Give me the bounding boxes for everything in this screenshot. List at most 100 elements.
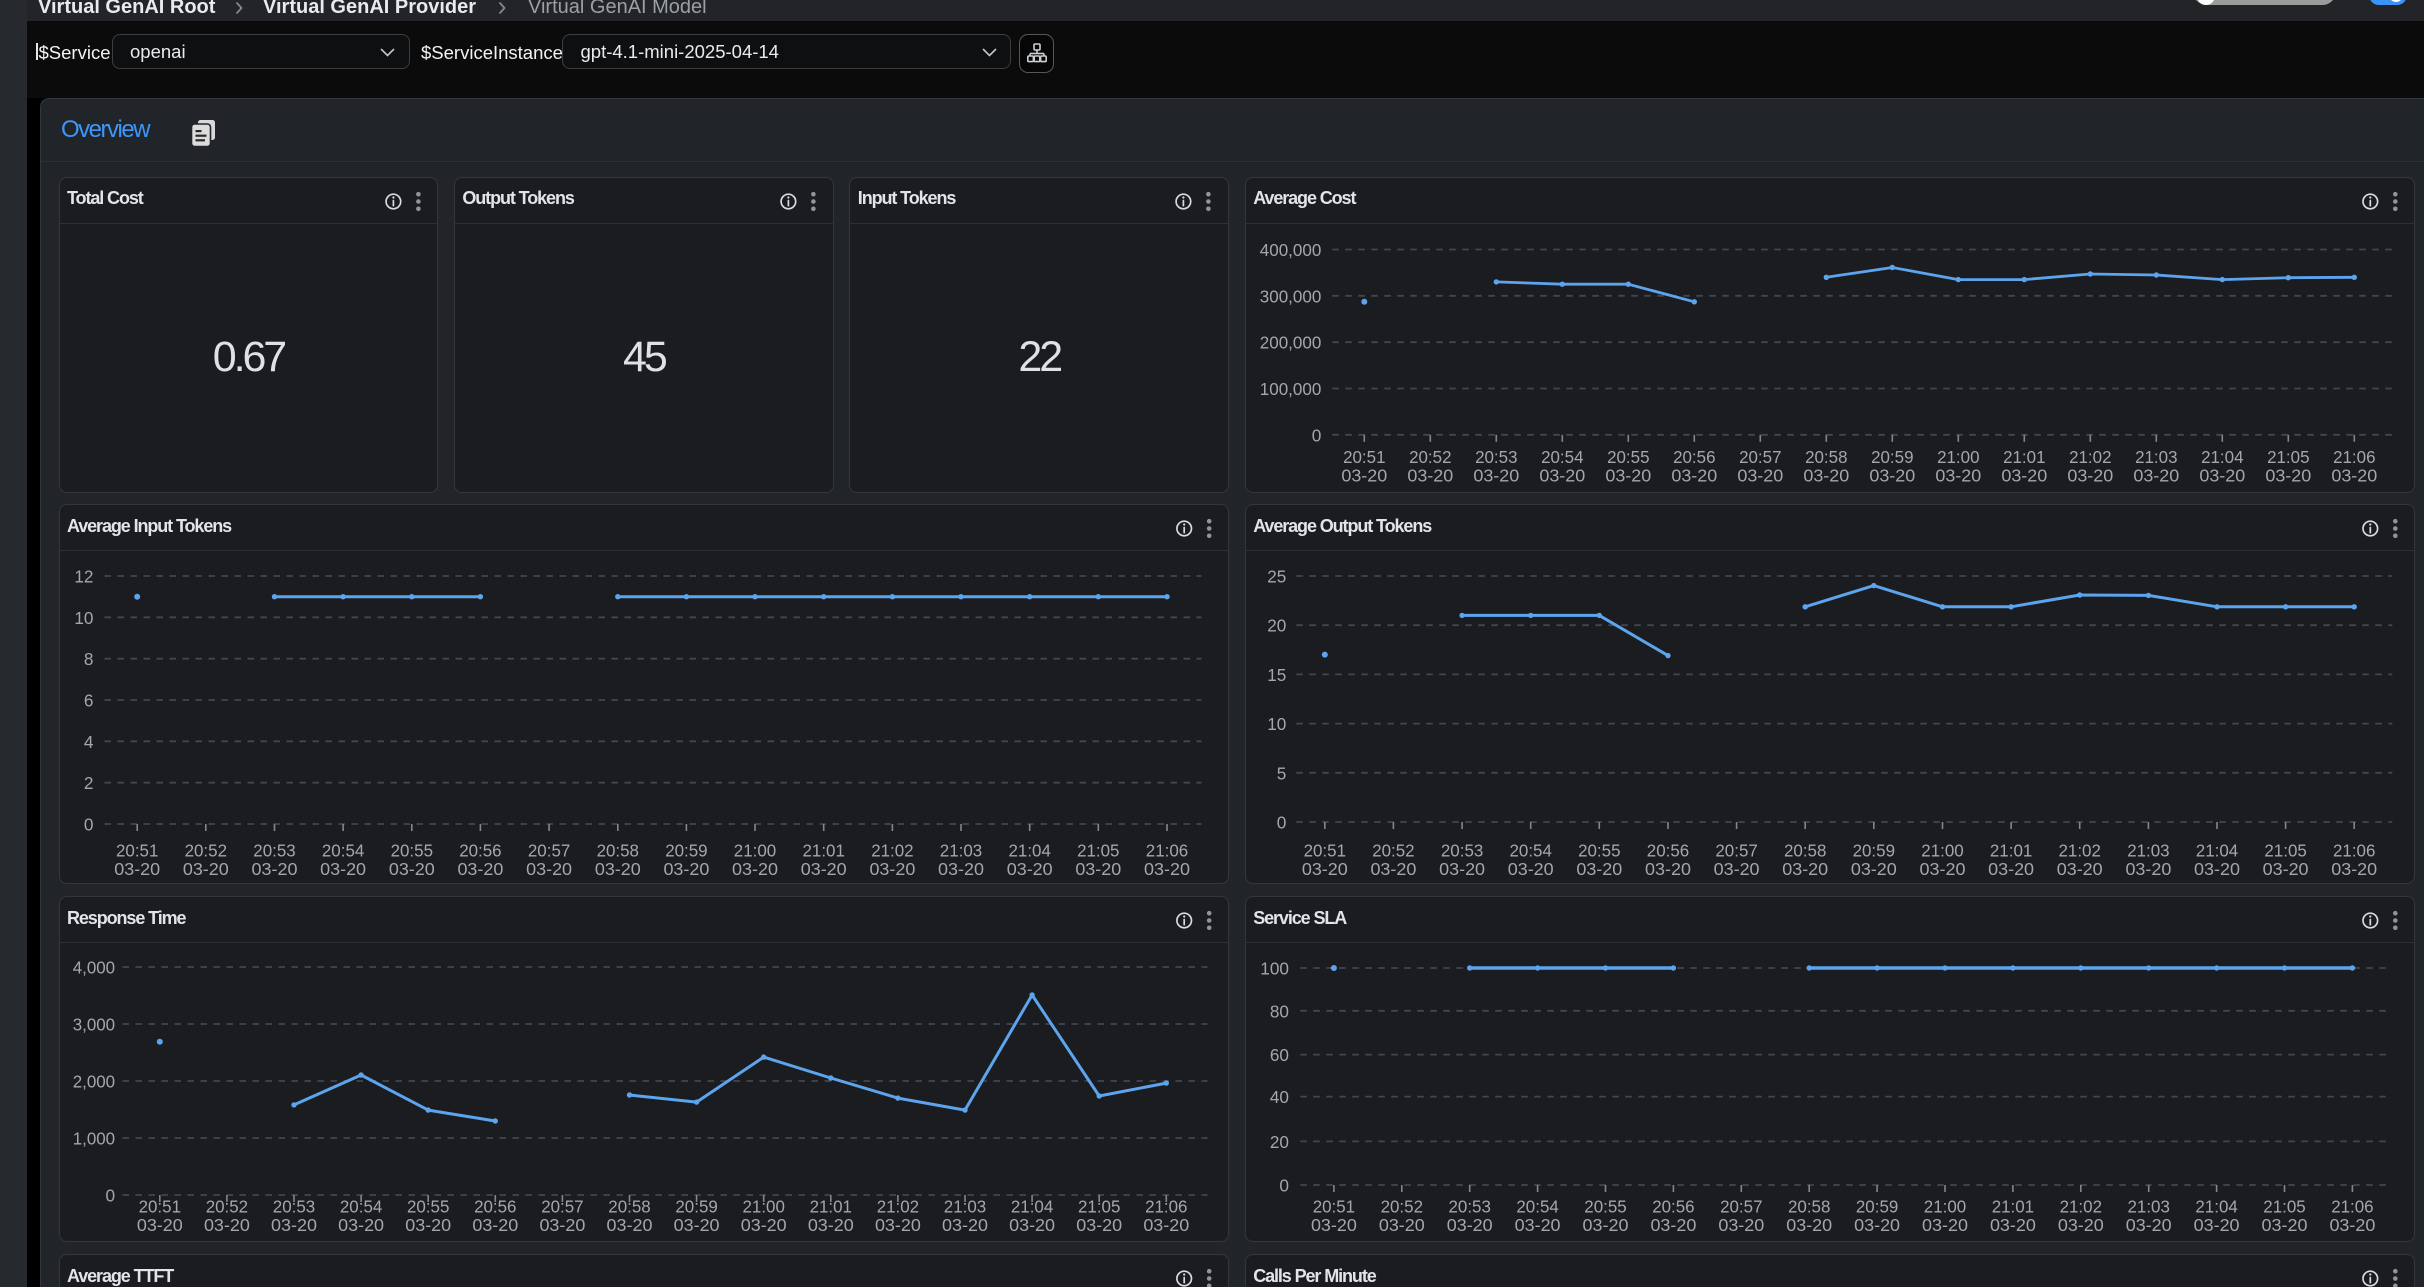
svg-text:3,000: 3,000 <box>72 1015 114 1035</box>
svg-text:03-20: 03-20 <box>388 859 434 879</box>
svg-text:20:59: 20:59 <box>1852 840 1894 860</box>
svg-text:20:57: 20:57 <box>1739 446 1781 466</box>
svg-text:03-20: 03-20 <box>1446 1215 1492 1235</box>
svg-text:20:51: 20:51 <box>1343 446 1385 466</box>
svg-text:20:56: 20:56 <box>459 840 501 860</box>
svg-text:03-20: 03-20 <box>938 859 984 879</box>
svg-text:60: 60 <box>1270 1045 1289 1065</box>
svg-text:03-20: 03-20 <box>251 859 297 879</box>
svg-text:21:05: 21:05 <box>1077 840 1119 860</box>
svg-text:03-20: 03-20 <box>606 1215 652 1235</box>
svg-text:1,000: 1,000 <box>72 1128 114 1148</box>
svg-text:03-20: 03-20 <box>1143 1215 1189 1235</box>
svg-text:03-20: 03-20 <box>1782 859 1828 879</box>
svg-text:03-20: 03-20 <box>1302 859 1348 879</box>
svg-text:20:57: 20:57 <box>1720 1196 1762 1216</box>
svg-text:20:56: 20:56 <box>1652 1196 1694 1216</box>
svg-text:20:51: 20:51 <box>115 840 157 860</box>
svg-text:21:00: 21:00 <box>1921 840 1963 860</box>
svg-text:03-20: 03-20 <box>2193 1215 2239 1235</box>
svg-text:20:51: 20:51 <box>1312 1196 1354 1216</box>
svg-text:0: 0 <box>1311 425 1321 445</box>
svg-text:20:53: 20:53 <box>1441 840 1483 860</box>
svg-text:20:59: 20:59 <box>675 1196 717 1216</box>
svg-text:03-20: 03-20 <box>869 859 915 879</box>
svg-text:21:02: 21:02 <box>871 840 913 860</box>
svg-text:03-20: 03-20 <box>874 1215 920 1235</box>
svg-text:03-20: 03-20 <box>1370 859 1416 879</box>
svg-text:21:05: 21:05 <box>2267 446 2309 466</box>
svg-text:03-20: 03-20 <box>1009 1215 1055 1235</box>
svg-text:20:53: 20:53 <box>272 1196 314 1216</box>
svg-text:03-20: 03-20 <box>1990 1215 2036 1235</box>
svg-text:03-20: 03-20 <box>526 859 572 879</box>
svg-text:03-20: 03-20 <box>114 859 160 879</box>
svg-text:03-20: 03-20 <box>663 859 709 879</box>
svg-text:03-20: 03-20 <box>807 1215 853 1235</box>
svg-text:03-20: 03-20 <box>1605 465 1651 485</box>
svg-text:20:54: 20:54 <box>1541 446 1583 466</box>
svg-text:03-20: 03-20 <box>1737 465 1783 485</box>
svg-text:21:00: 21:00 <box>742 1196 784 1216</box>
svg-text:4: 4 <box>83 732 93 752</box>
svg-text:03-20: 03-20 <box>182 859 228 879</box>
svg-text:300,000: 300,000 <box>1259 286 1320 306</box>
svg-text:21:02: 21:02 <box>2059 1196 2101 1216</box>
svg-text:21:03: 21:03 <box>2127 1196 2169 1216</box>
svg-text:03-20: 03-20 <box>732 859 778 879</box>
svg-text:03-20: 03-20 <box>539 1215 585 1235</box>
svg-text:03-20: 03-20 <box>942 1215 988 1235</box>
svg-text:20:55: 20:55 <box>390 840 432 860</box>
svg-text:03-20: 03-20 <box>1650 1215 1696 1235</box>
svg-text:03-20: 03-20 <box>1311 1215 1357 1235</box>
svg-text:20:59: 20:59 <box>665 840 707 860</box>
svg-text:21:03: 21:03 <box>2135 446 2177 466</box>
svg-text:03-20: 03-20 <box>1144 859 1190 879</box>
svg-text:21:05: 21:05 <box>1077 1196 1119 1216</box>
svg-text:21:02: 21:02 <box>2058 840 2100 860</box>
svg-text:03-20: 03-20 <box>1473 465 1519 485</box>
svg-text:20:56: 20:56 <box>474 1196 516 1216</box>
svg-text:21:00: 21:00 <box>1937 446 1979 466</box>
svg-text:20:55: 20:55 <box>1584 1196 1626 1216</box>
svg-text:21:04: 21:04 <box>1008 840 1050 860</box>
svg-text:03-20: 03-20 <box>1539 465 1585 485</box>
svg-text:21:01: 21:01 <box>2003 446 2045 466</box>
svg-text:0: 0 <box>105 1185 115 1205</box>
svg-text:03-20: 03-20 <box>472 1215 518 1235</box>
svg-text:03-20: 03-20 <box>1935 465 1981 485</box>
svg-text:03-20: 03-20 <box>2331 465 2377 485</box>
svg-text:20:52: 20:52 <box>1380 1196 1422 1216</box>
svg-text:21:04: 21:04 <box>2195 840 2237 860</box>
svg-text:80: 80 <box>1270 1001 1289 1021</box>
svg-text:03-20: 03-20 <box>594 859 640 879</box>
svg-text:03-20: 03-20 <box>1919 859 1965 879</box>
svg-text:20:53: 20:53 <box>1475 446 1517 466</box>
svg-text:21:04: 21:04 <box>2195 1196 2237 1216</box>
svg-text:21:03: 21:03 <box>943 1196 985 1216</box>
svg-text:21:01: 21:01 <box>1991 1196 2033 1216</box>
svg-text:200,000: 200,000 <box>1259 332 1320 352</box>
svg-text:21:00: 21:00 <box>733 840 775 860</box>
svg-text:03-20: 03-20 <box>1718 1215 1764 1235</box>
svg-text:03-20: 03-20 <box>673 1215 719 1235</box>
svg-text:03-20: 03-20 <box>1379 1215 1425 1235</box>
svg-text:15: 15 <box>1267 665 1286 685</box>
svg-text:20:52: 20:52 <box>184 840 226 860</box>
svg-text:03-20: 03-20 <box>1076 1215 1122 1235</box>
svg-text:400,000: 400,000 <box>1259 240 1320 260</box>
svg-text:21:01: 21:01 <box>802 840 844 860</box>
svg-text:0: 0 <box>1279 1175 1289 1195</box>
svg-text:03-20: 03-20 <box>1439 859 1485 879</box>
svg-text:21:03: 21:03 <box>2127 840 2169 860</box>
svg-text:03-20: 03-20 <box>800 859 846 879</box>
svg-text:20:59: 20:59 <box>1856 1196 1898 1216</box>
svg-text:12: 12 <box>74 567 93 587</box>
svg-text:03-20: 03-20 <box>2058 1215 2104 1235</box>
svg-text:20:51: 20:51 <box>1303 840 1345 860</box>
svg-text:03-20: 03-20 <box>2125 1215 2171 1235</box>
svg-text:21:06: 21:06 <box>2333 446 2375 466</box>
svg-text:03-20: 03-20 <box>1988 859 2034 879</box>
svg-text:03-20: 03-20 <box>1582 1215 1628 1235</box>
svg-text:21:05: 21:05 <box>2263 1196 2305 1216</box>
